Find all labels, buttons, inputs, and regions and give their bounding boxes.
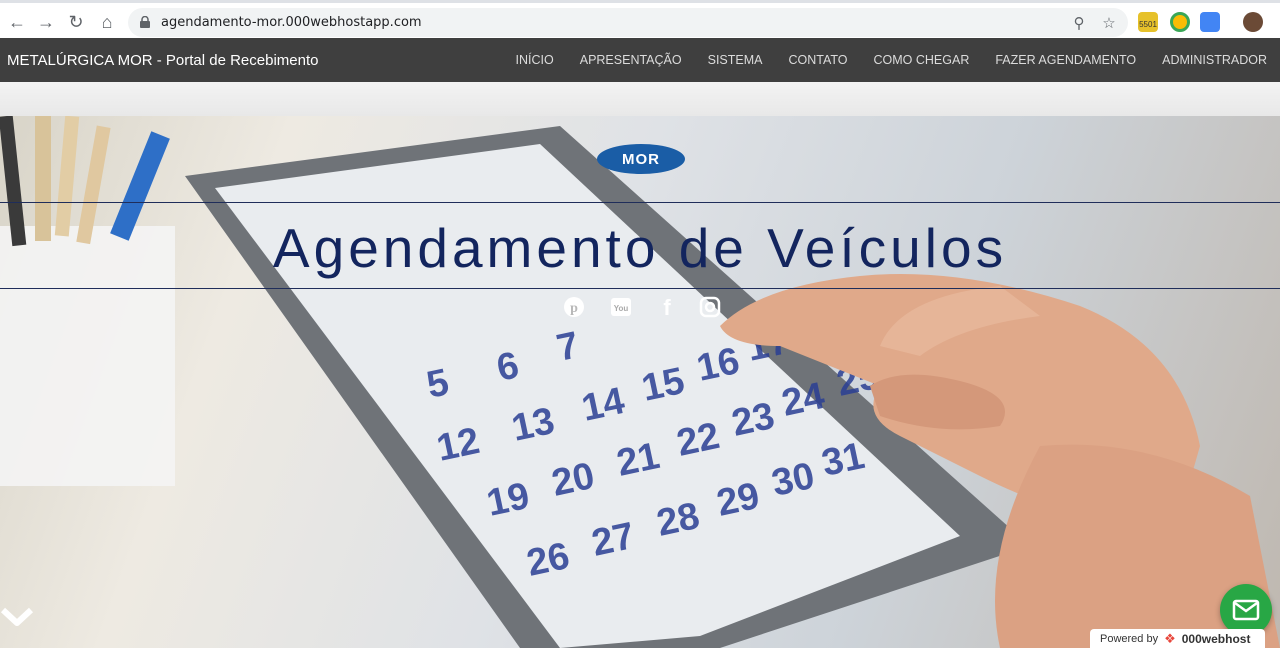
facebook-icon[interactable]: f (656, 296, 678, 318)
chevron-down-icon[interactable] (0, 606, 34, 628)
svg-text:13: 13 (508, 400, 558, 450)
svg-text:31: 31 (818, 435, 868, 485)
title-bottom-rule (0, 288, 1280, 289)
extension-badge-text: 5501 (1139, 20, 1157, 29)
reload-icon[interactable]: ↻ (64, 10, 88, 34)
menu-item-sistema[interactable]: SISTEMA (695, 38, 776, 82)
url-text: agendamento-mor.000webhostapp.com (161, 15, 422, 30)
pinterest-icon[interactable]: p (563, 296, 585, 318)
page-title: Agendamento de Veículos (272, 217, 1008, 279)
extension-badge-icon[interactable]: 5501 (1138, 12, 1158, 32)
menu-item-inicio[interactable]: INÍCIO (503, 38, 567, 82)
svg-text:You: You (614, 304, 629, 313)
youtube-icon[interactable]: You (610, 296, 632, 318)
svg-text:20: 20 (548, 455, 598, 505)
browser-toolbar: ← → ↻ ⌂ agendamento-mor.000webhostapp.co… (0, 0, 1280, 38)
main-menu: INÍCIO APRESENTAÇÃO SISTEMA CONTATO COMO… (503, 38, 1280, 82)
svg-text:24: 24 (778, 375, 828, 425)
envelope-icon (1232, 599, 1260, 621)
site-navbar: METALÚRGICA MOR - Portal de Recebimento … (0, 38, 1280, 82)
svg-text:30: 30 (768, 455, 818, 505)
menu-item-contato[interactable]: CONTATO (775, 38, 860, 82)
webhost-name: 000webhost (1181, 631, 1251, 646)
svg-text:28: 28 (653, 495, 703, 545)
powered-by-label: Powered by (1100, 632, 1159, 645)
svg-text:29: 29 (713, 475, 763, 525)
webhost-logo-icon: ❖ (1164, 630, 1176, 646)
arrow-left-icon[interactable]: ← (5, 10, 29, 34)
svg-text:26: 26 (523, 535, 573, 585)
svg-text:19: 19 (483, 475, 533, 525)
menu-item-como-chegar[interactable]: COMO CHEGAR (861, 38, 983, 82)
arrow-right-icon[interactable]: → (34, 10, 58, 34)
powered-by-badge[interactable]: Powered by ❖ 000webhost (1090, 629, 1265, 648)
svg-text:23: 23 (728, 395, 778, 445)
svg-text:f: f (663, 296, 671, 318)
svg-text:22: 22 (673, 415, 723, 465)
svg-text:21: 21 (613, 435, 663, 485)
svg-text:27: 27 (588, 515, 638, 565)
mor-logo[interactable]: MOR (597, 144, 685, 174)
translate-icon[interactable] (1200, 12, 1220, 32)
svg-text:p: p (570, 301, 578, 316)
home-icon[interactable]: ⌂ (95, 10, 119, 34)
svg-text:16: 16 (693, 340, 743, 390)
header-spacer (0, 82, 1280, 116)
menu-item-administrador[interactable]: ADMINISTRADOR (1149, 38, 1280, 82)
svg-text:12: 12 (433, 420, 483, 470)
lock-icon (140, 16, 150, 28)
svg-text:15: 15 (638, 360, 688, 410)
svg-text:14: 14 (578, 380, 628, 430)
star-icon[interactable]: ☆ (1100, 14, 1118, 32)
brand-title[interactable]: METALÚRGICA MOR - Portal de Recebimento (7, 52, 318, 69)
zoom-icon[interactable]: ⚲ (1070, 14, 1088, 32)
address-bar[interactable]: agendamento-mor.000webhostapp.com ⚲ ☆ (128, 8, 1128, 37)
menu-item-fazer-agendamento[interactable]: FAZER AGENDAMENTO (982, 38, 1149, 82)
hero-background: 5 6 7 12 13 14 15 16 17 19 20 21 22 23 2… (0, 116, 1280, 648)
avatar[interactable] (1243, 12, 1263, 32)
hero-photo-illustration: 5 6 7 12 13 14 15 16 17 19 20 21 22 23 2… (0, 116, 1280, 648)
instagram-icon[interactable] (699, 296, 721, 318)
title-top-rule (0, 202, 1280, 203)
extension-compass-icon[interactable] (1170, 12, 1190, 32)
menu-item-apresentacao[interactable]: APRESENTAÇÃO (567, 38, 695, 82)
